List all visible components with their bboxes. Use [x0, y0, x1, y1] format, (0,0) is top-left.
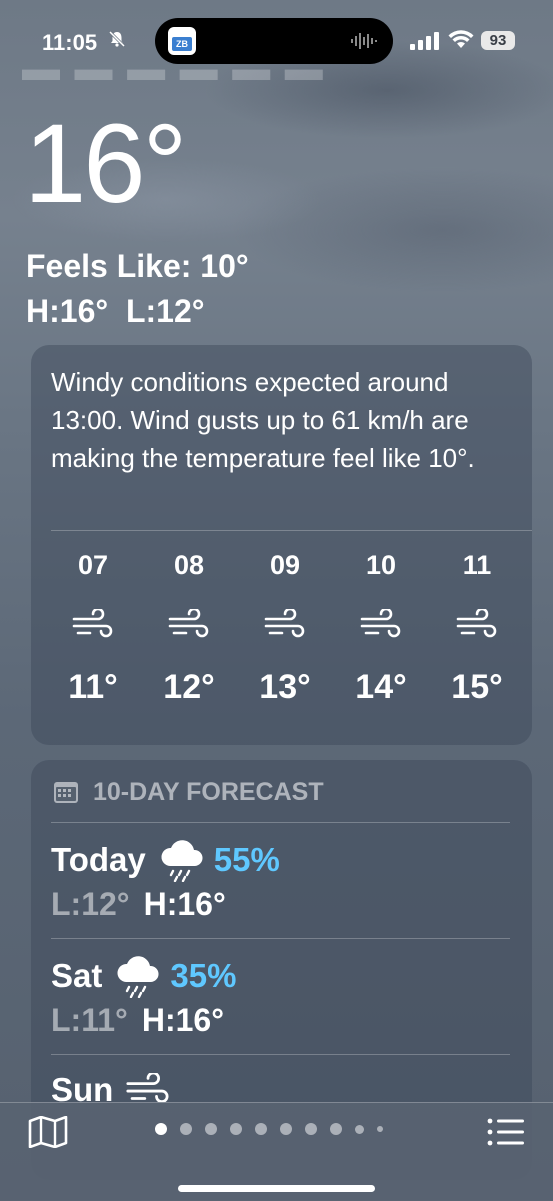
hour-label: 08 — [173, 550, 205, 580]
bell-slash-icon — [108, 30, 126, 53]
page-dot[interactable] — [155, 1123, 167, 1135]
hour-column: 11 15° — [429, 545, 525, 709]
app-icon-label: ZB — [172, 37, 192, 51]
hour-label: 07 — [77, 550, 109, 580]
divider — [51, 938, 510, 939]
hour-temperature: 12° — [163, 668, 215, 706]
page-indicator[interactable] — [155, 1123, 383, 1135]
hour-label: 10 — [365, 550, 397, 580]
wind-icon — [429, 585, 525, 665]
forecast-title: 10-DAY FORECAST — [93, 777, 324, 806]
waveform-icon — [351, 33, 377, 49]
hour-temperature: 11° — [68, 668, 118, 706]
page-dot[interactable] — [205, 1123, 217, 1135]
page-dot[interactable] — [180, 1123, 192, 1135]
precipitation-chance: 35% — [170, 957, 237, 994]
forecast-header: 10-DAY FORECAST — [53, 775, 324, 809]
page-dot[interactable] — [377, 1126, 383, 1132]
hour-column: 07 11° — [45, 545, 141, 709]
wifi-icon — [448, 30, 474, 48]
wind-icon — [45, 585, 141, 665]
wind-icon — [141, 585, 237, 665]
battery-icon: 93 — [481, 31, 515, 50]
bottom-toolbar — [0, 1102, 553, 1201]
calendar-icon — [54, 782, 78, 803]
status-time: 11:05 — [42, 30, 98, 55]
feels-like: Feels Like: 10° — [26, 248, 249, 284]
map-icon[interactable] — [28, 1116, 68, 1148]
forecast-day: Sat — [51, 957, 103, 994]
forecast-row-sat[interactable]: Sat 35% L:11° H:16° — [51, 952, 521, 1040]
list-icon[interactable] — [487, 1117, 525, 1147]
hourly-forecast[interactable]: 07 11° 08 12° 09 13° 10 14° 11 15° — [45, 545, 525, 709]
hour-temperature: 15° — [451, 668, 503, 706]
hour-label: 09 — [269, 550, 301, 580]
page-dot[interactable] — [255, 1123, 267, 1135]
current-temperature: 16° — [24, 101, 187, 226]
cloud-rain-icon — [117, 956, 159, 998]
forecast-row-today[interactable]: Today 55% L:12° H:16° — [51, 836, 521, 924]
hour-column: 08 12° — [141, 545, 237, 709]
divider — [51, 530, 532, 531]
high-low: H:16° L:12° — [26, 293, 205, 329]
hourly-summary-card[interactable]: Windy conditions expected around 13:00. … — [31, 345, 532, 745]
wind-icon — [333, 585, 429, 665]
hour-temperature: 13° — [259, 668, 311, 706]
cellular-signal-icon — [410, 32, 439, 50]
home-indicator[interactable] — [178, 1185, 375, 1192]
precipitation-chance: 55% — [213, 841, 280, 878]
forecast-high: H:16° — [141, 1002, 224, 1038]
cloud-rain-icon — [161, 840, 203, 882]
summary-text: Windy conditions expected around 13:00. … — [51, 367, 475, 473]
page-dot[interactable] — [230, 1123, 242, 1135]
page-dot[interactable] — [330, 1123, 342, 1135]
forecast-high: H:16° — [143, 886, 226, 922]
hour-column: 10 14° — [333, 545, 429, 709]
divider — [51, 822, 510, 823]
page-dot[interactable] — [305, 1123, 317, 1135]
forecast-low: L:11° — [51, 1002, 128, 1038]
forecast-low: L:12° — [51, 886, 130, 922]
page-dot[interactable] — [355, 1124, 364, 1134]
city-name-partial: ▬ ▬ ▬ ▬ ▬ ▬ — [22, 58, 325, 80]
page-dot[interactable] — [280, 1123, 292, 1135]
wind-icon — [237, 585, 333, 665]
live-activity-app-icon[interactable]: ZB — [168, 27, 196, 55]
hour-label: 11 — [462, 550, 492, 580]
hour-column: 09 13° — [237, 545, 333, 709]
divider — [51, 1054, 510, 1055]
hour-temperature: 14° — [355, 668, 407, 706]
forecast-day: Today — [51, 841, 146, 878]
